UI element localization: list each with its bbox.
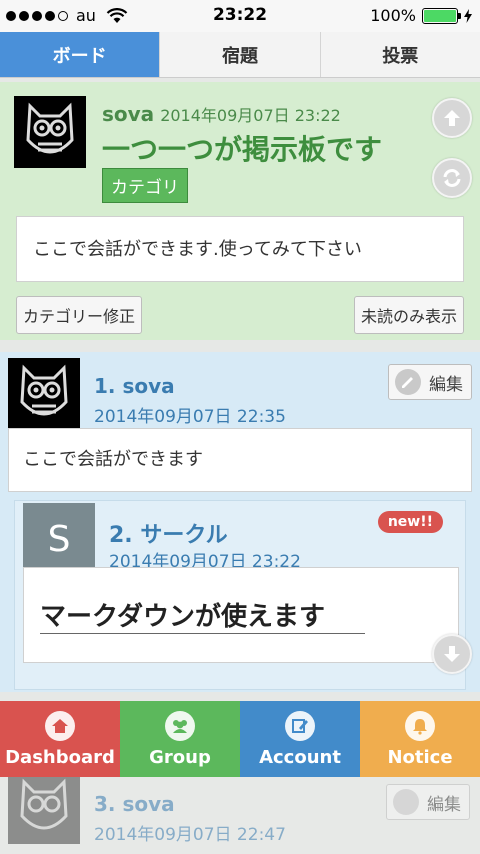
home-icon	[45, 710, 75, 741]
edit-icon	[393, 789, 419, 815]
owl-icon	[26, 102, 74, 154]
edit-button[interactable]: 編集	[388, 364, 472, 400]
reply-author: 2. サークル	[109, 523, 228, 548]
board-card: sova 2014年09月07日 23:22 一つ一つが掲示板です カテゴリ ここ…	[0, 82, 480, 340]
status-right: 100%	[370, 6, 472, 25]
nav-dashboard-label: Dashboard	[5, 746, 115, 768]
refresh-icon	[443, 169, 461, 187]
post-card: 3. sova 2014年09月07日 22:47 編集	[0, 764, 480, 854]
status-bar: au 23:22 100%	[0, 0, 480, 32]
nav-account-label: Account	[259, 746, 341, 768]
category-badge[interactable]: カテゴリ	[102, 168, 188, 203]
board-meta: sova 2014年09月07日 23:22	[102, 102, 341, 126]
owl-icon	[20, 364, 68, 416]
post-body: ここで会話ができます	[8, 428, 472, 492]
avatar: S	[23, 503, 95, 575]
arrow-down-icon	[444, 646, 460, 662]
board-author: sova	[102, 102, 155, 126]
nav-dashboard[interactable]: Dashboard	[0, 701, 120, 777]
edit-icon	[395, 369, 421, 395]
tab-homework[interactable]: 宿題	[160, 32, 321, 77]
avatar	[14, 96, 86, 168]
post-card: 1. sova 2014年09月07日 22:35 編集 ここで会話ができます …	[0, 352, 480, 692]
battery-icon	[422, 7, 461, 24]
edit-button[interactable]: 編集	[386, 784, 470, 820]
post-author: 3. sova	[94, 792, 175, 816]
new-badge: new!!	[377, 511, 443, 533]
tab-vote[interactable]: 投票	[321, 32, 480, 77]
avatar	[8, 358, 80, 430]
markdown-heading: マークダウンが使えます	[40, 596, 365, 634]
bottom-nav: Dashboard Group Account Notice	[0, 701, 480, 777]
scroll-up-button[interactable]	[432, 98, 472, 138]
charging-icon	[464, 8, 472, 23]
reply-body: マークダウンが使えます	[23, 567, 459, 663]
edit-label: 編集	[427, 794, 461, 815]
battery-percent: 100%	[370, 6, 416, 25]
edit-category-button[interactable]: カテゴリー修正	[16, 296, 143, 334]
nav-group-label: Group	[149, 746, 211, 768]
edit-icon	[285, 710, 315, 741]
post-author: 1. sova	[94, 374, 175, 398]
post-date: 2014年09月07日 22:47	[94, 825, 286, 845]
post-date: 2014年09月07日 22:35	[94, 407, 286, 427]
avatar	[8, 772, 80, 844]
reply-card: S 2. サークル 2014年09月07日 23:22 new!! マークダウン…	[14, 500, 466, 690]
owl-icon	[20, 778, 68, 830]
board-date: 2014年09月07日 23:22	[160, 106, 341, 125]
scroll-down-button[interactable]	[432, 634, 472, 674]
nav-notice[interactable]: Notice	[360, 701, 480, 777]
group-icon	[165, 710, 195, 741]
edit-label: 編集	[429, 374, 463, 395]
refresh-button[interactable]	[432, 158, 472, 198]
arrow-up-icon	[444, 110, 460, 126]
tab-bar: ボード 宿題 投票	[0, 32, 480, 78]
nav-notice-label: Notice	[387, 746, 453, 768]
nav-account[interactable]: Account	[240, 701, 360, 777]
nav-group[interactable]: Group	[120, 701, 240, 777]
unread-only-button[interactable]: 未読のみ表示	[353, 296, 464, 334]
tab-board[interactable]: ボード	[0, 32, 161, 77]
board-title: 一つ一つが掲示板です	[102, 133, 383, 166]
board-description: ここで会話ができます.使ってみて下さい	[16, 216, 464, 282]
bell-icon	[405, 710, 435, 741]
